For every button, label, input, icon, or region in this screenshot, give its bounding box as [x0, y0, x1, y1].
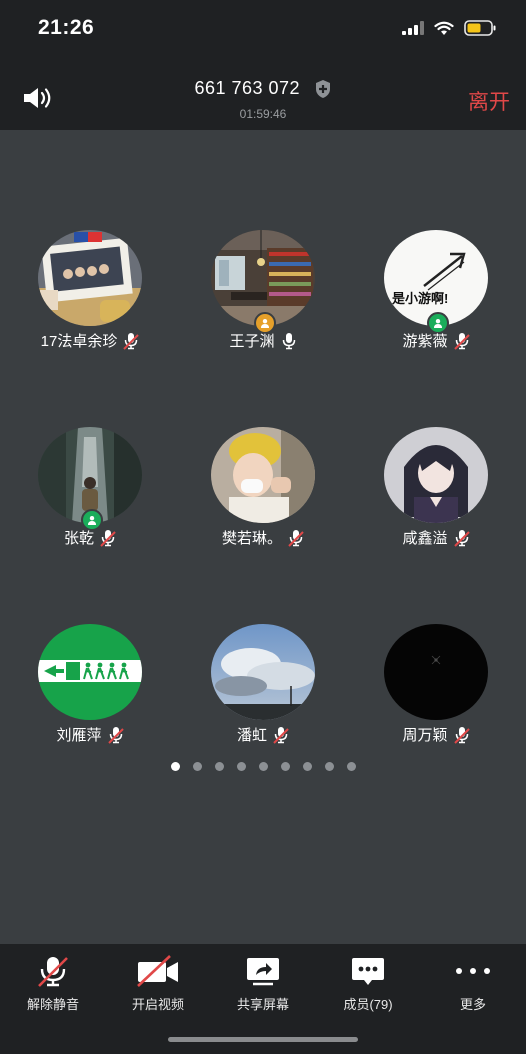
more-label: 更多 [459, 997, 486, 1012]
avatar-caption: 是小游啊! [392, 291, 449, 306]
leave-button[interactable]: 离开 [468, 86, 510, 116]
share-screen-label: 共享屏幕 [236, 997, 289, 1012]
participant-avatar [211, 427, 315, 523]
status-time: 21:26 [38, 16, 95, 39]
participant-name: 17法卓余珍 [40, 333, 118, 350]
meeting-duration: 01:59:46 [239, 107, 287, 121]
mic-muted-icon [453, 726, 470, 744]
mic-muted-icon [100, 529, 116, 547]
cellular-signal-icon [402, 21, 424, 35]
mic-muted-icon [288, 529, 304, 547]
status-icons [402, 20, 496, 36]
share-screen-icon [247, 958, 279, 986]
page-dot[interactable] [258, 762, 268, 771]
battery-icon [464, 20, 496, 36]
participant-avatar [384, 624, 488, 720]
members-label: 成员(79) [343, 997, 393, 1012]
security-shield-icon [315, 80, 330, 99]
participant-name: 潘虹 [236, 727, 267, 744]
page-dot[interactable] [214, 762, 224, 771]
status-bar: 21:26 [0, 0, 526, 60]
page-indicator[interactable] [0, 762, 526, 771]
wifi-icon [434, 21, 454, 35]
start-video-label: 开启视频 [131, 997, 184, 1012]
mic-muted-icon [38, 957, 68, 987]
more-dots-icon [456, 968, 490, 974]
unmute-label: 解除静音 [26, 997, 79, 1012]
participant-name: 张乾 [63, 530, 94, 547]
more-button[interactable]: 更多 [420, 954, 526, 1013]
participant-name: 周万颖 [402, 727, 448, 744]
page-dot[interactable] [170, 762, 180, 771]
page-dot[interactable] [324, 762, 334, 771]
unmute-button[interactable]: 解除静音 [0, 954, 106, 1013]
mic-on-icon [282, 332, 295, 349]
page-dot[interactable] [302, 762, 312, 771]
page-dot[interactable] [280, 762, 290, 771]
participant-avatar [384, 427, 488, 523]
home-indicator[interactable] [168, 1037, 358, 1042]
participant-name: 刘雁萍 [56, 727, 102, 744]
mic-muted-icon [107, 726, 124, 744]
participant-avatar [38, 624, 142, 720]
mic-muted-icon [453, 332, 470, 350]
participant-name: 游紫薇 [402, 333, 448, 350]
meeting-id: 661 763 072 [194, 78, 301, 98]
participant-name: 王子渊 [229, 333, 275, 350]
participant-avatar [38, 230, 142, 326]
mic-muted-icon [453, 529, 470, 547]
start-video-button[interactable]: 开启视频 [105, 954, 211, 1013]
page-dot[interactable] [346, 762, 356, 771]
meeting-header: 661 763 072 01:59:46 离开 [0, 60, 526, 130]
video-off-icon [137, 955, 178, 987]
participant-avatar [211, 624, 315, 720]
chat-bubble-icon [352, 958, 384, 985]
meeting-id-row[interactable]: 661 763 072 [0, 78, 526, 99]
participant-name: 咸鑫溢 [402, 530, 448, 547]
share-screen-button[interactable]: 共享屏幕 [210, 954, 316, 1013]
mic-muted-icon [123, 332, 140, 350]
members-button[interactable]: 成员(79) [315, 954, 421, 1013]
mic-muted-icon [273, 726, 289, 744]
participant-name: 樊若琳。 [221, 530, 282, 547]
page-dot[interactable] [236, 762, 246, 771]
page-dot[interactable] [192, 762, 202, 771]
